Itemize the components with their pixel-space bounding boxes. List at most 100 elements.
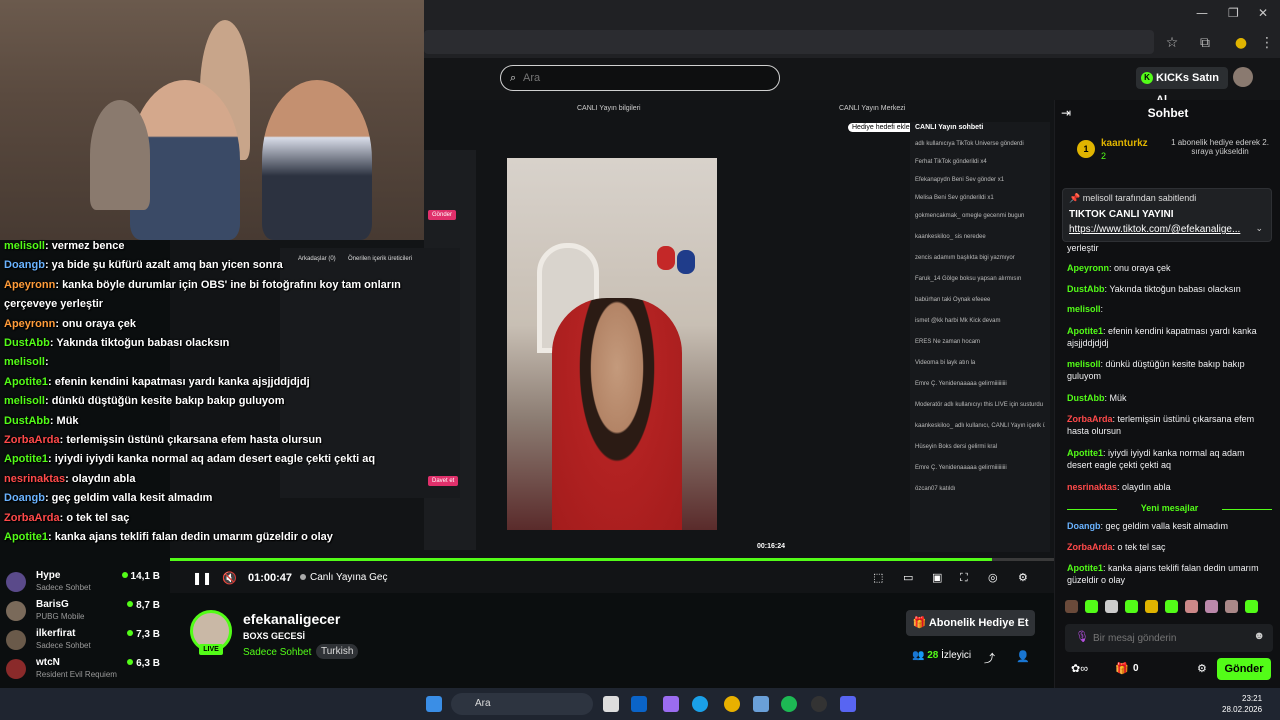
address-bar[interactable] — [424, 30, 1154, 54]
close-window-icon[interactable]: ✕ — [1258, 6, 1268, 20]
profile-icon[interactable]: ● — [1232, 34, 1250, 52]
user-avatar[interactable] — [1233, 67, 1253, 87]
emote-icon[interactable] — [1165, 600, 1178, 613]
miniplayer-icon[interactable]: ▣ — [932, 571, 942, 584]
chat-message: melisoll: — [1067, 303, 1272, 315]
go-live-label: Canlı Yayına Geç — [310, 572, 388, 583]
search-box[interactable]: ⌕ — [500, 65, 780, 91]
recommended-channel[interactable]: ilkerfirat Sadece Sohbet 7,3 B — [6, 628, 164, 654]
emoji-icon[interactable]: ☻ — [1253, 630, 1265, 642]
overlay-chat-user: Apotite1 — [4, 531, 48, 543]
chat-text: : o tek tel saç — [1112, 542, 1166, 552]
chat-input[interactable] — [1093, 630, 1243, 646]
share-icon[interactable]: ⤴ — [984, 650, 995, 666]
discord-icon[interactable] — [840, 696, 856, 712]
chat-send-button[interactable]: Gönder — [1217, 658, 1271, 680]
theater-icon[interactable]: ▭ — [903, 571, 913, 584]
overlay-chat-text: : iyiydi iyiydi kanka normal aq adam des… — [48, 453, 376, 466]
chat-text: : geç geldim valla kesit almadım — [1100, 521, 1229, 531]
emote-icon[interactable] — [1145, 600, 1158, 613]
emote-icon[interactable] — [1245, 600, 1258, 613]
emote-icon[interactable] — [1125, 600, 1138, 613]
chat-username[interactable]: DustAbb — [1067, 393, 1105, 403]
overlay-chat-user: DustAbb — [4, 414, 50, 427]
chat-username[interactable]: melisoll — [1067, 304, 1101, 314]
emote-icon[interactable] — [1105, 600, 1118, 613]
emote-icon[interactable] — [1065, 600, 1078, 613]
chat-username[interactable]: Apotite1 — [1067, 326, 1103, 336]
emote-icon[interactable] — [1185, 600, 1198, 613]
quality-icon[interactable]: ◎ — [988, 571, 998, 584]
chat-username[interactable]: DustAbb — [1067, 284, 1105, 294]
buy-kicks-button[interactable]: K KICKs Satın Al — [1136, 67, 1228, 106]
emote-icon[interactable] — [1085, 600, 1098, 613]
chat-username[interactable]: Apotite1 — [1067, 448, 1103, 458]
mic-icon[interactable]: 🎙 — [1075, 630, 1089, 643]
chat-input-box[interactable]: 🎙 ☻ — [1065, 624, 1273, 652]
studio-chat-list: adlı kullanıcıya TikTok Universe gönderd… — [915, 138, 1045, 504]
gift-chat-icon[interactable]: 🎁 — [1115, 662, 1129, 675]
clip-icon[interactable]: ⬚ — [873, 571, 883, 584]
emote-icon[interactable] — [1225, 600, 1238, 613]
studio-chat-line: ismet @kk harbi Mk Kick devam — [915, 318, 1001, 324]
overlay-chat-user: nesrinaktas — [4, 472, 66, 485]
windows-start-icon[interactable] — [426, 696, 442, 712]
search-input[interactable] — [523, 68, 763, 88]
chat-message: Apotite1: kanka ajans teklifi falan dedi… — [1067, 562, 1272, 586]
chat-username[interactable]: Doangb — [1067, 521, 1101, 531]
language-tag[interactable]: Turkish — [316, 644, 359, 659]
recommended-channel[interactable]: BarisG PUBG Mobile 8,7 B — [6, 599, 164, 625]
pinned-link[interactable]: https://www.tiktok.com/@efekanalige... — [1069, 224, 1240, 235]
extensions-icon[interactable]: ⧉ — [1196, 34, 1214, 52]
browser-menu-icon[interactable]: ⋮ — [1258, 34, 1276, 52]
chat-username[interactable]: Apotite1 — [1067, 563, 1103, 573]
studio-send-button: Gönder — [428, 210, 457, 220]
recommended-channel[interactable]: Hype Sadece Sohbet 14,1 B — [6, 570, 164, 596]
copilot-icon[interactable] — [663, 696, 679, 712]
taskbar-search[interactable]: Ara — [451, 693, 593, 715]
edge-icon[interactable] — [692, 696, 708, 712]
chat-username[interactable]: Apeyronn — [1067, 263, 1109, 273]
follow-icon[interactable]: 👤 — [1016, 650, 1030, 663]
outlook-icon[interactable] — [631, 696, 647, 712]
overlay-chat-user: Doangb — [4, 259, 45, 272]
spotify-icon[interactable] — [781, 696, 797, 712]
seek-bar-fill — [170, 558, 993, 561]
recommended-channels: Hype Sadece Sohbet 14,1 B BarisG PUBG Mobile… — [0, 560, 170, 688]
stream-category[interactable]: Sadece Sohbet — [243, 647, 311, 658]
channel-name[interactable]: efekanaligecer — [243, 611, 340, 627]
bookmark-star-icon[interactable]: ☆ — [1163, 34, 1181, 52]
settings-app-icon[interactable] — [753, 696, 769, 712]
viewer-count: 👥 28 İzleyici — [912, 650, 971, 661]
mute-icon[interactable]: 🔇 — [222, 571, 237, 585]
kicks-icon[interactable]: ✿∞ — [1071, 662, 1088, 675]
overlay-chat-text: : geç geldim valla kesit almadım — [44, 492, 213, 505]
obs-icon[interactable] — [811, 696, 827, 712]
chat-settings-icon[interactable]: ⚙ — [1197, 662, 1207, 675]
chat-username[interactable]: ZorbaArda — [1067, 542, 1113, 552]
pinned-message[interactable]: 📌 melisoll tarafından sabitlendi TIKTOK … — [1062, 188, 1272, 242]
studio-chat-line: zencis adamım başlıkta bigi yazmıyor — [915, 255, 1015, 261]
fullscreen-icon[interactable]: ⛶ — [960, 571, 968, 585]
camera-video — [507, 158, 717, 530]
chat-username[interactable]: nesrinaktas — [1067, 482, 1117, 492]
gift-subscription-button[interactable]: 🎁 Abonelik Hediye Et — [906, 610, 1035, 636]
chat-message: Apeyronn: onu oraya çek — [1067, 262, 1272, 274]
chat-username[interactable]: ZorbaArda — [1067, 414, 1113, 424]
boxing-glove-right — [677, 250, 695, 274]
chrome-icon[interactable] — [724, 696, 740, 712]
recommended-channel[interactable]: wtcN Resident Evil Requiem 6,3 B — [6, 657, 164, 683]
studio-chat-line: Faruk_14 Gölge boksu yapsan alırmısın — [915, 276, 1022, 282]
pause-icon[interactable]: ❚❚ — [192, 571, 212, 585]
minimize-icon[interactable]: — — [1196, 6, 1208, 20]
restore-icon[interactable]: ❐ — [1228, 6, 1239, 20]
go-live-button[interactable]: Canlı Yayına Geç — [300, 572, 387, 583]
settings-gear-icon[interactable]: ⚙ — [1018, 571, 1028, 584]
gifter-rank: 1 — [1077, 140, 1095, 158]
chat-username[interactable]: melisoll — [1067, 359, 1101, 369]
emote-icon[interactable] — [1205, 600, 1218, 613]
seek-bar[interactable] — [170, 558, 1054, 561]
recommended-channel-category: Sadece Sohbet — [36, 641, 91, 650]
task-view-icon[interactable] — [603, 696, 619, 712]
expand-pinned-icon[interactable]: ⌄ — [1255, 223, 1263, 234]
